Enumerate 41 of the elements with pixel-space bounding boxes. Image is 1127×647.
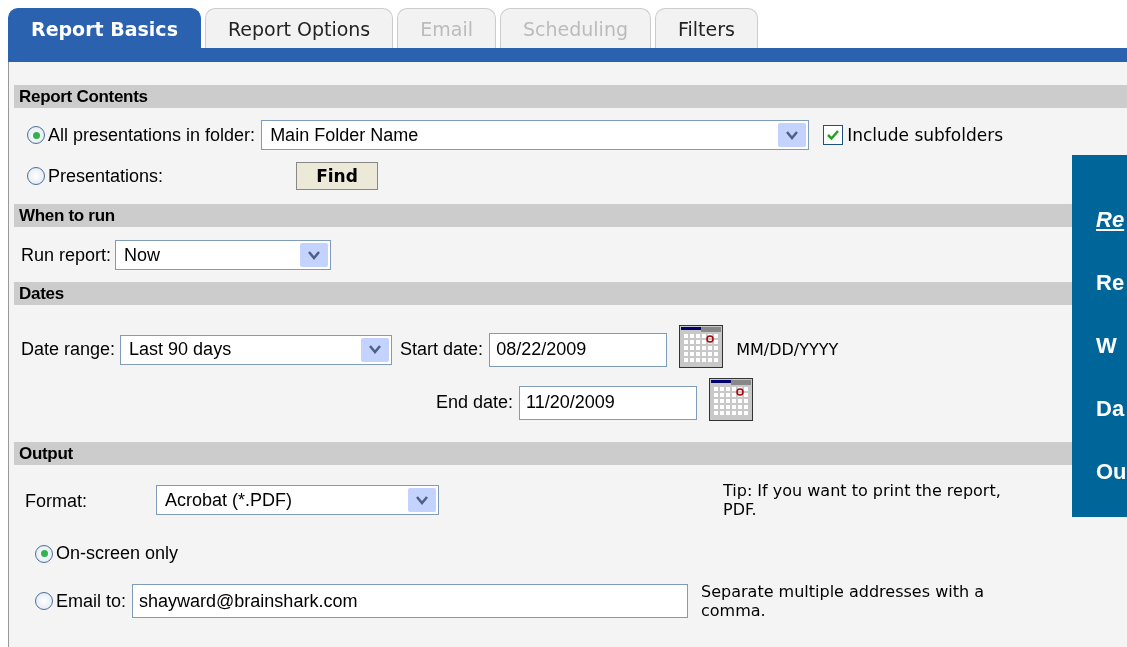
field-label: Start date: bbox=[400, 339, 484, 360]
field-label: End date: bbox=[434, 392, 513, 413]
checkbox[interactable] bbox=[823, 125, 844, 145]
run-report-dropdown[interactable]: Now bbox=[115, 240, 332, 270]
folder-dropdown[interactable]: Main Folder Name bbox=[261, 120, 810, 150]
section-header: Report Contents bbox=[14, 85, 1127, 108]
tab[interactable]: Report Options bbox=[204, 8, 394, 48]
tab[interactable]: Report Basics bbox=[8, 8, 201, 48]
date-format-hint: MM/DD/YYYY bbox=[736, 340, 839, 359]
start-date-field[interactable]: 08/22/2009 bbox=[489, 332, 668, 367]
panel-item[interactable]: Da bbox=[1096, 396, 1127, 422]
find-button[interactable]: Find bbox=[296, 162, 378, 190]
date-range-dropdown[interactable]: Last 90 days bbox=[120, 334, 393, 365]
calendar-icon[interactable] bbox=[709, 378, 754, 422]
checkbox-label: Include subfolders bbox=[847, 125, 1004, 145]
option-label: All presentations in folder: bbox=[48, 124, 256, 146]
chevron-down-icon bbox=[308, 250, 321, 260]
check-icon bbox=[826, 129, 841, 141]
field-label: Date range: bbox=[21, 339, 116, 360]
option-label: Presentations: bbox=[48, 165, 165, 187]
end-date-field[interactable]: 11/20/2009 bbox=[519, 385, 697, 420]
panel-item[interactable]: Re bbox=[1096, 270, 1127, 296]
tip-text: Tip: If you want to print the report, PDF. bbox=[723, 481, 1001, 519]
help-text: Separate multiple addresses with a comma. bbox=[701, 582, 984, 620]
chevron-down-icon bbox=[416, 495, 428, 505]
radio-button[interactable] bbox=[35, 592, 53, 610]
email-field[interactable]: shayward@brainshark.com bbox=[132, 584, 689, 618]
calendar-icon[interactable] bbox=[679, 325, 725, 369]
field-label: Run report: bbox=[21, 244, 112, 266]
chevron-down-icon bbox=[369, 345, 382, 354]
chevron-down-icon bbox=[786, 130, 799, 140]
radio-button[interactable] bbox=[27, 126, 45, 144]
panel-title[interactable]: Re bbox=[1096, 207, 1127, 233]
radio-button[interactable] bbox=[35, 544, 53, 563]
format-dropdown[interactable]: Acrobat (*.PDF) bbox=[156, 485, 439, 515]
radio-button[interactable] bbox=[27, 167, 45, 185]
panel-item[interactable]: W bbox=[1096, 333, 1127, 359]
option-label: Email to: bbox=[56, 590, 127, 612]
field-label: Format: bbox=[25, 491, 88, 512]
tab[interactable]: Filters bbox=[655, 8, 758, 48]
option-label: On-screen only bbox=[56, 543, 179, 564]
